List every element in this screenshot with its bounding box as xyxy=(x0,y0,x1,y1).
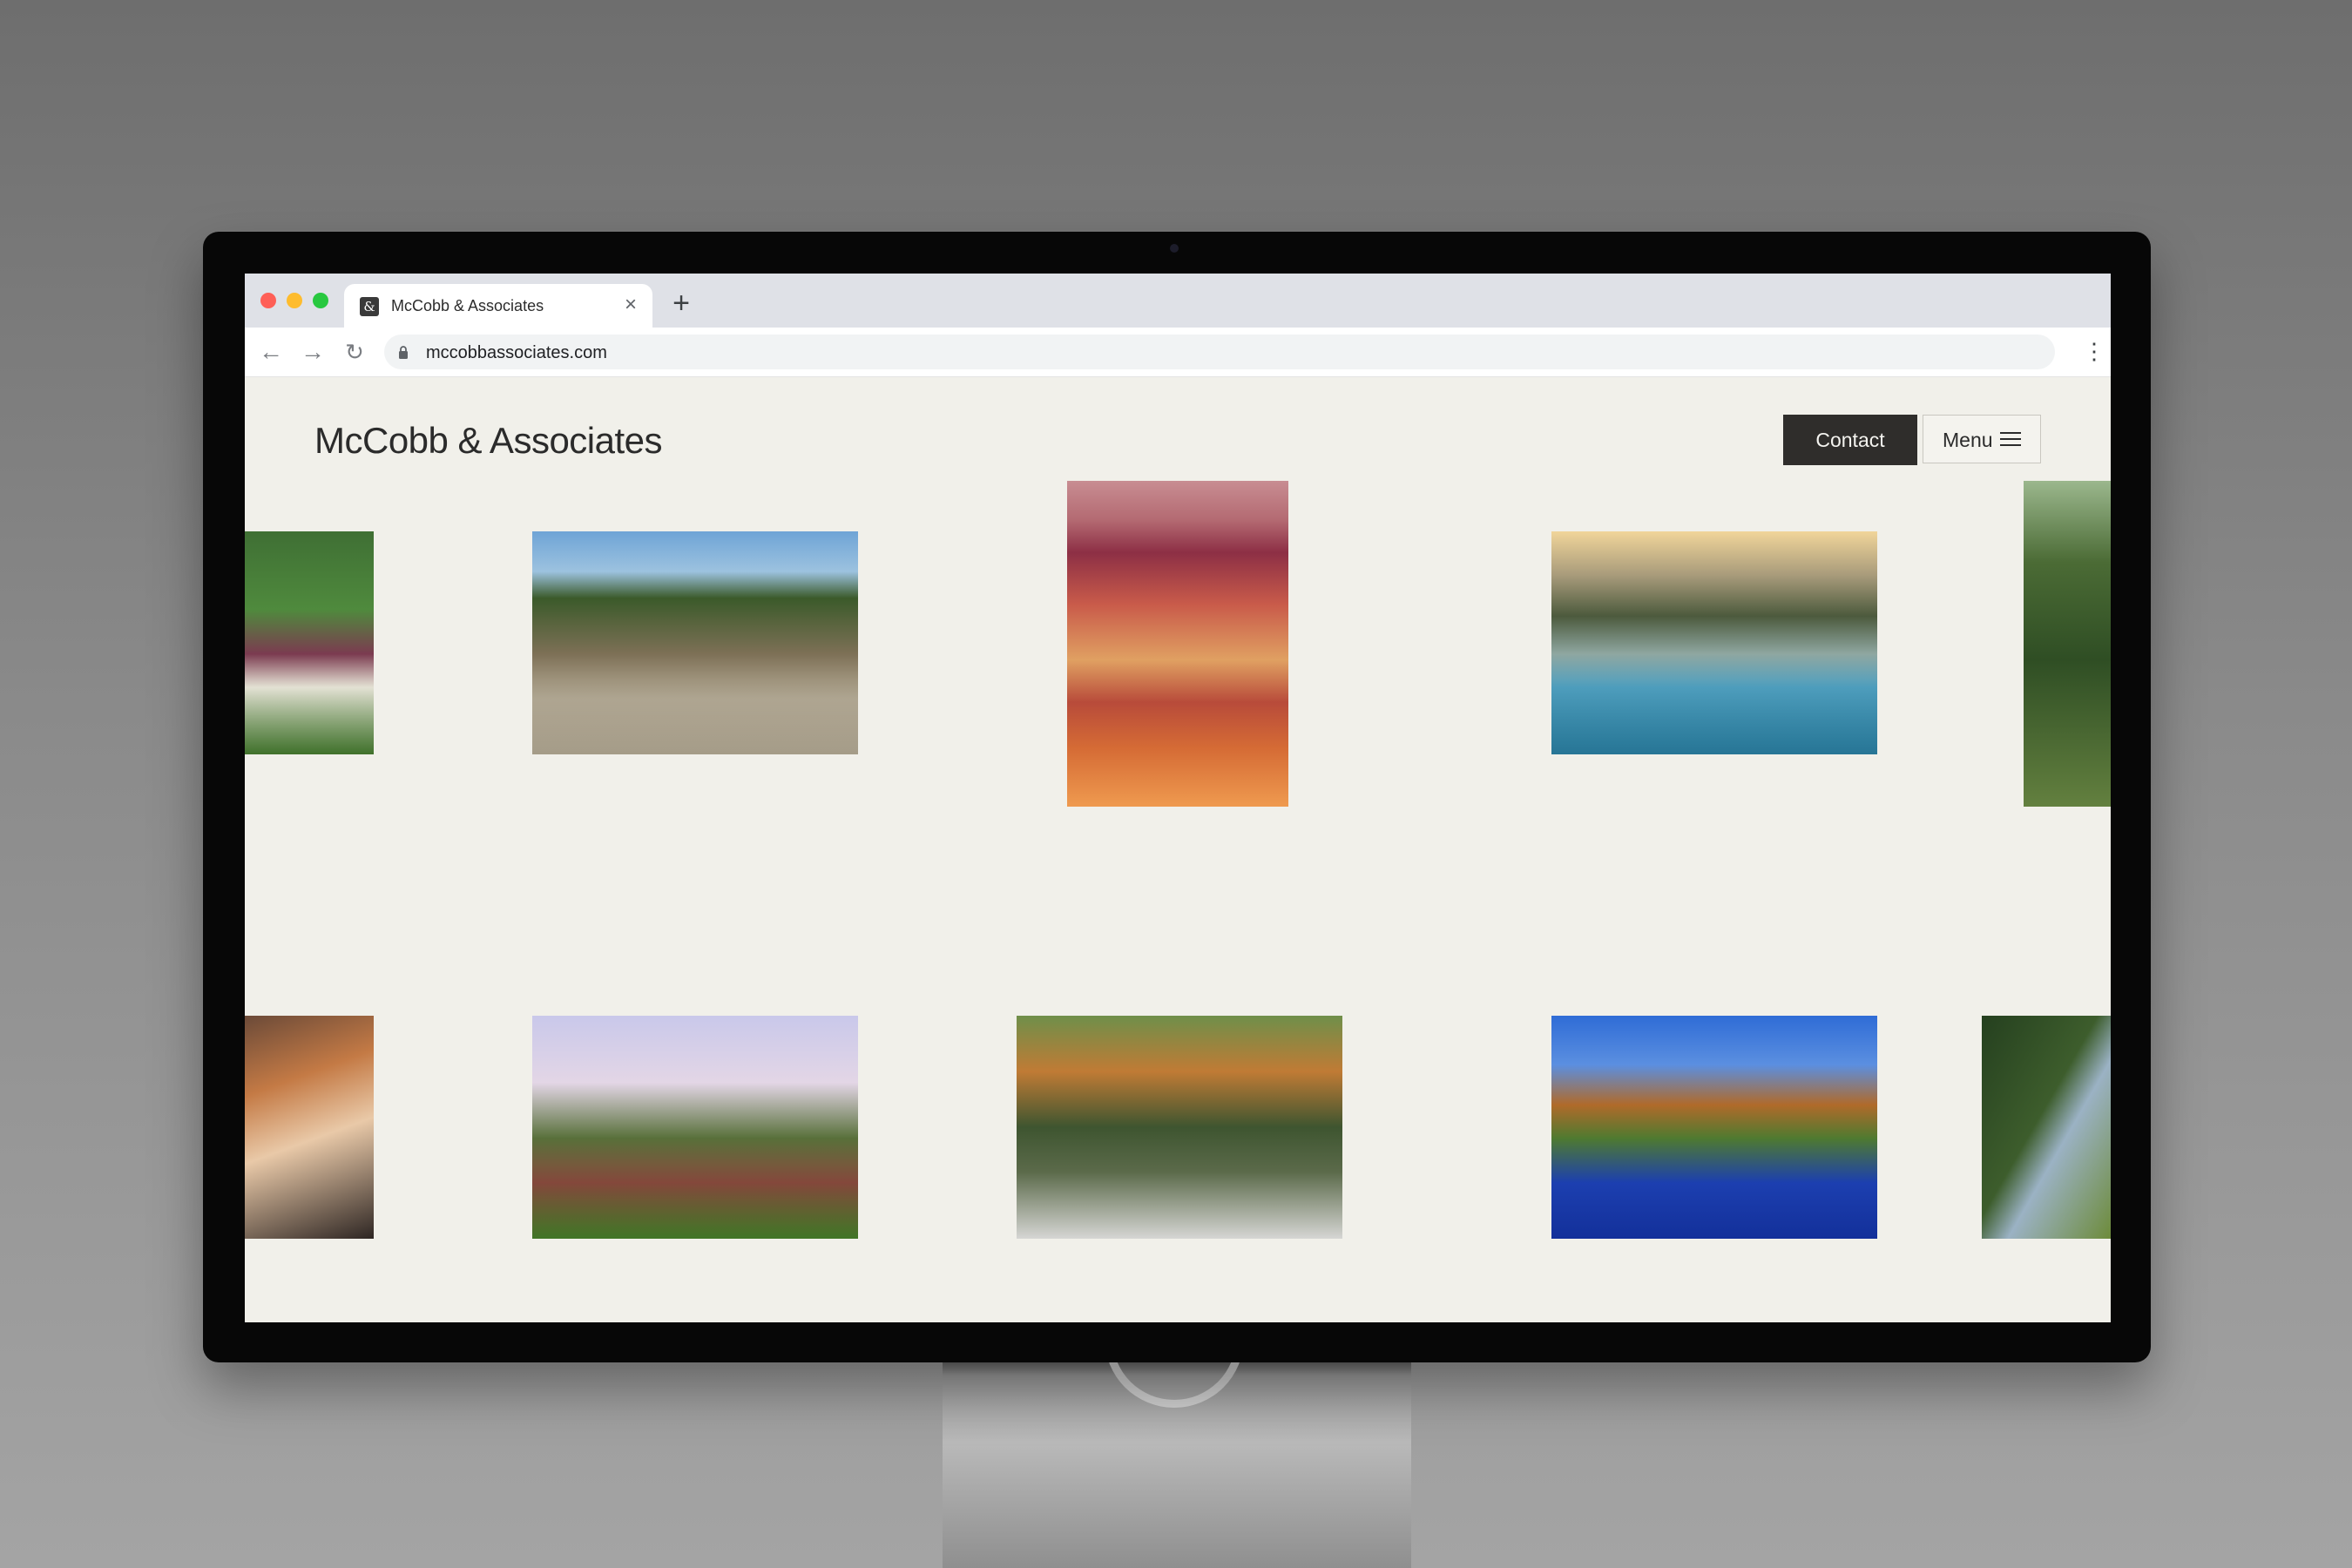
browser-toolbar: ← → ↻ mccobbassociates.com ⋮ xyxy=(245,328,2111,377)
address-bar[interactable]: mccobbassociates.com xyxy=(384,335,2055,369)
camera-icon xyxy=(1170,244,1179,253)
menu-button-label: Menu xyxy=(1943,429,1993,451)
forward-arrow-icon[interactable]: → xyxy=(299,338,327,366)
url-text: mccobbassociates.com xyxy=(426,343,607,362)
browser-menu-icon[interactable]: ⋮ xyxy=(2083,338,2105,366)
tab-title: McCobb & Associates xyxy=(391,297,544,314)
reload-icon[interactable]: ↻ xyxy=(341,338,368,366)
back-arrow-icon[interactable]: ← xyxy=(257,338,285,366)
infinity-pool-sunset-image[interactable] xyxy=(1551,531,1877,754)
city-park-statue-image[interactable] xyxy=(1017,1016,1342,1239)
browser-window: & McCobb & Associates × + ← → ↻ mccobbas… xyxy=(245,274,2111,1322)
hillside-trees-image[interactable] xyxy=(1982,1016,2111,1239)
garden-flowers-image[interactable] xyxy=(245,531,374,754)
close-tab-icon[interactable]: × xyxy=(619,293,642,317)
lock-icon xyxy=(399,346,408,359)
villa-courtyard-image[interactable] xyxy=(532,531,858,754)
favicon-icon: & xyxy=(360,297,379,316)
shingle-house-garden-image[interactable] xyxy=(532,1016,858,1239)
tab-strip: & McCobb & Associates × + xyxy=(245,274,2111,328)
hamburger-icon xyxy=(2000,432,2021,448)
meadow-grass-image[interactable] xyxy=(2024,481,2111,807)
maximize-window-icon[interactable] xyxy=(313,293,328,308)
new-tab-icon[interactable]: + xyxy=(666,288,696,319)
landscape-painting-image[interactable] xyxy=(1067,481,1288,807)
park-lake-skyline-image[interactable] xyxy=(1551,1016,1877,1239)
site-logo[interactable]: McCobb & Associates xyxy=(314,420,663,462)
monitor-bezel: & McCobb & Associates × + ← → ↻ mccobbas… xyxy=(203,232,2151,1362)
minimize-window-icon[interactable] xyxy=(287,293,302,308)
interior-detail-image[interactable] xyxy=(245,1016,374,1239)
contact-button[interactable]: Contact xyxy=(1783,415,1917,465)
close-window-icon[interactable] xyxy=(260,293,276,308)
menu-button[interactable]: Menu xyxy=(1923,415,2041,463)
browser-tab[interactable]: & McCobb & Associates × xyxy=(344,284,652,328)
